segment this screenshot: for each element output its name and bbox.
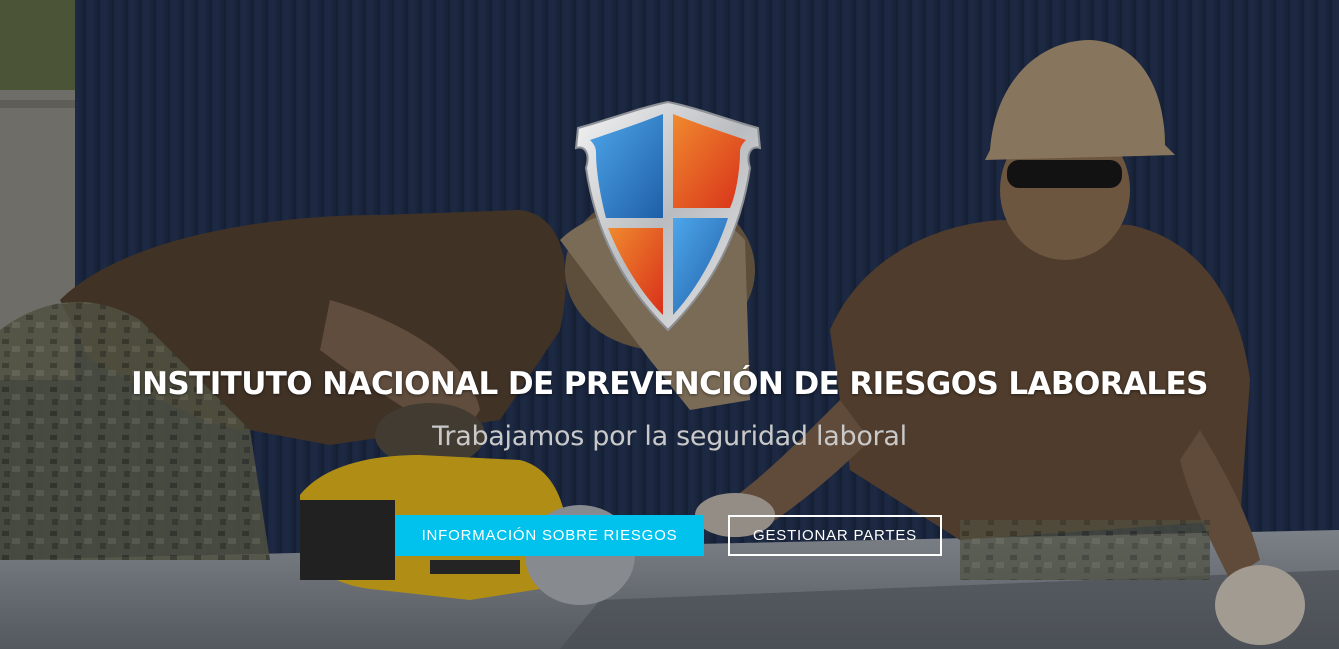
risk-info-button[interactable]: INFORMACIÓN SOBRE RIESGOS [395,515,704,556]
shield-logo-icon [574,100,762,332]
page-subtitle: Trabajamos por la seguridad laboral [432,421,907,452]
manage-reports-button[interactable]: GESTIONAR PARTES [728,515,942,556]
hero-section: INSTITUTO NACIONAL DE PREVENCIÓN DE RIES… [0,0,1339,649]
page-title: INSTITUTO NACIONAL DE PREVENCIÓN DE RIES… [131,366,1208,402]
